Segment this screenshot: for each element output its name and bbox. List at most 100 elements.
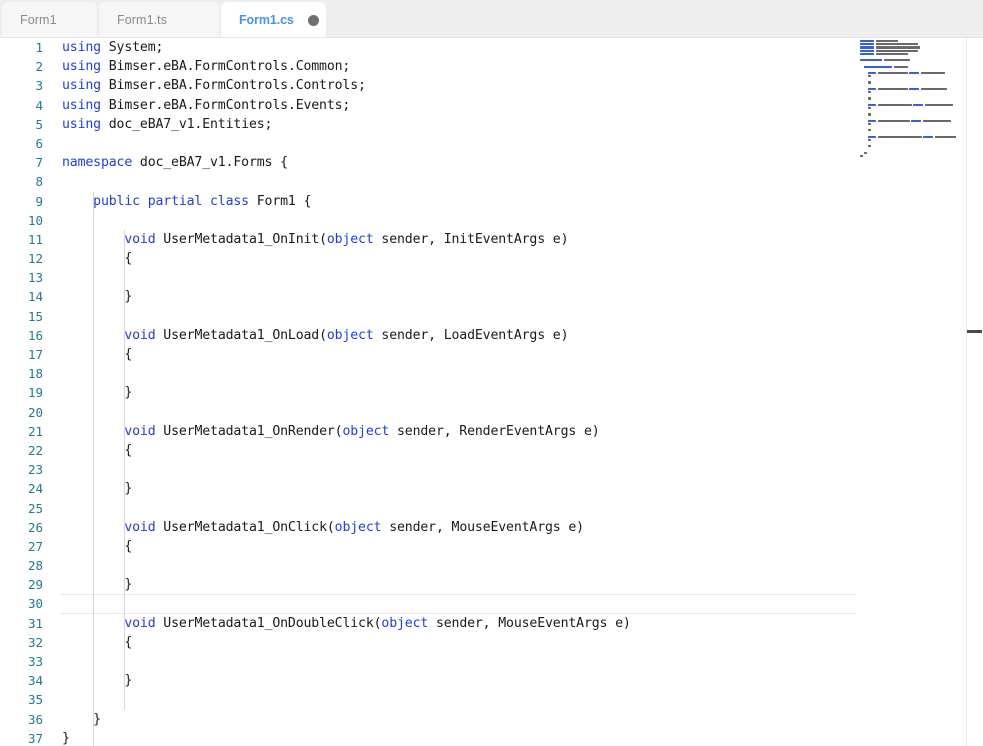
- line-number: 21: [0, 422, 43, 441]
- code-line[interactable]: 1 using System;: [0, 38, 983, 57]
- code-line[interactable]: 33: [0, 652, 983, 671]
- code-line[interactable]: 29 }: [0, 575, 983, 594]
- line-number: 31: [0, 614, 43, 633]
- code-line[interactable]: 20: [0, 403, 983, 422]
- line-number: 35: [0, 690, 43, 709]
- code-line[interactable]: 13: [0, 268, 983, 287]
- code-line[interactable]: 14 }: [0, 287, 983, 306]
- code-line-text: {: [62, 345, 132, 364]
- tab-form1-ts[interactable]: Form1.ts: [99, 2, 219, 38]
- line-number: 16: [0, 326, 43, 345]
- line-number: 20: [0, 403, 43, 422]
- line-number: 14: [0, 287, 43, 306]
- line-number: 33: [0, 652, 43, 671]
- line-number: 11: [0, 230, 43, 249]
- tab-form1[interactable]: Form1: [2, 2, 97, 38]
- code-line[interactable]: 9 public partial class Form1 {: [0, 192, 983, 211]
- minimap-row: [860, 155, 956, 158]
- cursor-position-marker: [967, 330, 982, 333]
- tab-form1-cs[interactable]: Form1.cs: [221, 2, 326, 38]
- code-line-text: }: [62, 479, 132, 498]
- code-line[interactable]: 7 namespace doc_eBA7_v1.Forms {: [0, 153, 983, 172]
- code-line[interactable]: 18: [0, 364, 983, 383]
- minimap-row: [860, 120, 956, 123]
- line-number: 32: [0, 633, 43, 652]
- code-line[interactable]: 23: [0, 460, 983, 479]
- line-number: 3: [0, 76, 43, 95]
- code-line[interactable]: 17 {: [0, 345, 983, 364]
- code-line[interactable]: 15: [0, 307, 983, 326]
- line-number: 2: [0, 57, 43, 76]
- code-line[interactable]: 10: [0, 211, 983, 230]
- code-line[interactable]: 21 void UserMetadata1_OnRender(object se…: [0, 422, 983, 441]
- line-number: 6: [0, 134, 43, 153]
- line-number: 13: [0, 268, 43, 287]
- code-line-text: }: [62, 729, 70, 746]
- line-number: 25: [0, 499, 43, 518]
- code-line[interactable]: 3 using Bimser.eBA.FormControls.Controls;: [0, 76, 983, 95]
- code-line-text: void UserMetadata1_OnDoubleClick(object …: [62, 614, 631, 633]
- code-line[interactable]: 19 }: [0, 383, 983, 402]
- code-line[interactable]: 5using doc_eBA7_v1.Entities;: [0, 115, 983, 134]
- line-number: 22: [0, 441, 43, 460]
- tab-label: Form1: [20, 13, 57, 27]
- code-line[interactable]: 8: [0, 172, 983, 191]
- code-line[interactable]: 11 void UserMetadata1_OnInit(object send…: [0, 230, 983, 249]
- line-number: 23: [0, 460, 43, 479]
- code-line-text: using System;: [62, 38, 163, 57]
- minimap-row: [860, 88, 956, 91]
- code-line-text: void UserMetadata1_OnLoad(object sender,…: [62, 326, 568, 345]
- code-line[interactable]: 16 void UserMetadata1_OnLoad(object send…: [0, 326, 983, 345]
- line-number: 28: [0, 556, 43, 575]
- line-number: 10: [0, 211, 43, 230]
- code-line[interactable]: 25: [0, 499, 983, 518]
- code-line[interactable]: 32 {: [0, 633, 983, 652]
- code-line[interactable]: 34 }: [0, 671, 983, 690]
- code-line[interactable]: 28: [0, 556, 983, 575]
- code-line[interactable]: 26 void UserMetadata1_OnClick(object sen…: [0, 518, 983, 537]
- indent-guide: [124, 230, 125, 710]
- unsaved-changes-dot-icon[interactable]: [308, 15, 319, 26]
- line-number: 30: [0, 594, 43, 613]
- code-line-text: }: [62, 575, 132, 594]
- code-line[interactable]: 24 }: [0, 479, 983, 498]
- minimap[interactable]: [856, 38, 956, 746]
- line-number: 5: [0, 115, 43, 134]
- code-content-area[interactable]: 1 using System; 2 using Bimser.eBA.FormCont…: [0, 38, 983, 746]
- line-number: 8: [0, 172, 43, 191]
- line-number: 36: [0, 710, 43, 729]
- line-number: 19: [0, 383, 43, 402]
- code-line[interactable]: 6: [0, 134, 983, 153]
- code-line[interactable]: 35: [0, 690, 983, 709]
- code-line[interactable]: 27 {: [0, 537, 983, 556]
- code-line-text: using Bimser.eBA.FormControls.Controls;: [62, 76, 366, 95]
- code-line-text: }: [62, 710, 101, 729]
- code-line-text: void UserMetadata1_OnRender(object sende…: [62, 422, 600, 441]
- code-line[interactable]: 22 {: [0, 441, 983, 460]
- code-line-text: namespace doc_eBA7_v1.Forms {: [62, 153, 288, 172]
- vertical-scrollbar[interactable]: [966, 38, 983, 746]
- code-lines[interactable]: 1 using System; 2 using Bimser.eBA.FormCont…: [0, 38, 983, 746]
- code-line[interactable]: 37}: [0, 729, 983, 746]
- line-number: 37: [0, 729, 43, 746]
- indent-guide: [93, 192, 94, 746]
- tab-label: Form1.cs: [239, 13, 294, 27]
- code-line[interactable]: 31 void UserMetadata1_OnDoubleClick(obje…: [0, 614, 983, 633]
- line-number: 1: [0, 38, 43, 57]
- line-number: 18: [0, 364, 43, 383]
- code-line[interactable]: 2 using Bimser.eBA.FormControls.Common;: [0, 57, 983, 76]
- code-line-text: }: [62, 287, 132, 306]
- code-line[interactable]: 36 }: [0, 710, 983, 729]
- minimap-row: [860, 104, 956, 107]
- code-line[interactable]: 12 {: [0, 249, 983, 268]
- line-number: 4: [0, 96, 43, 115]
- code-line-text: using Bimser.eBA.FormControls.Common;: [62, 57, 350, 76]
- minimap-row: [860, 136, 956, 139]
- code-line[interactable]: 4using Bimser.eBA.FormControls.Events;: [0, 96, 983, 115]
- line-number: 29: [0, 575, 43, 594]
- line-number: 9: [0, 192, 43, 211]
- code-line-text: {: [62, 537, 132, 556]
- line-number: 12: [0, 249, 43, 268]
- line-number: 7: [0, 153, 43, 172]
- code-line[interactable]: 30: [0, 594, 983, 613]
